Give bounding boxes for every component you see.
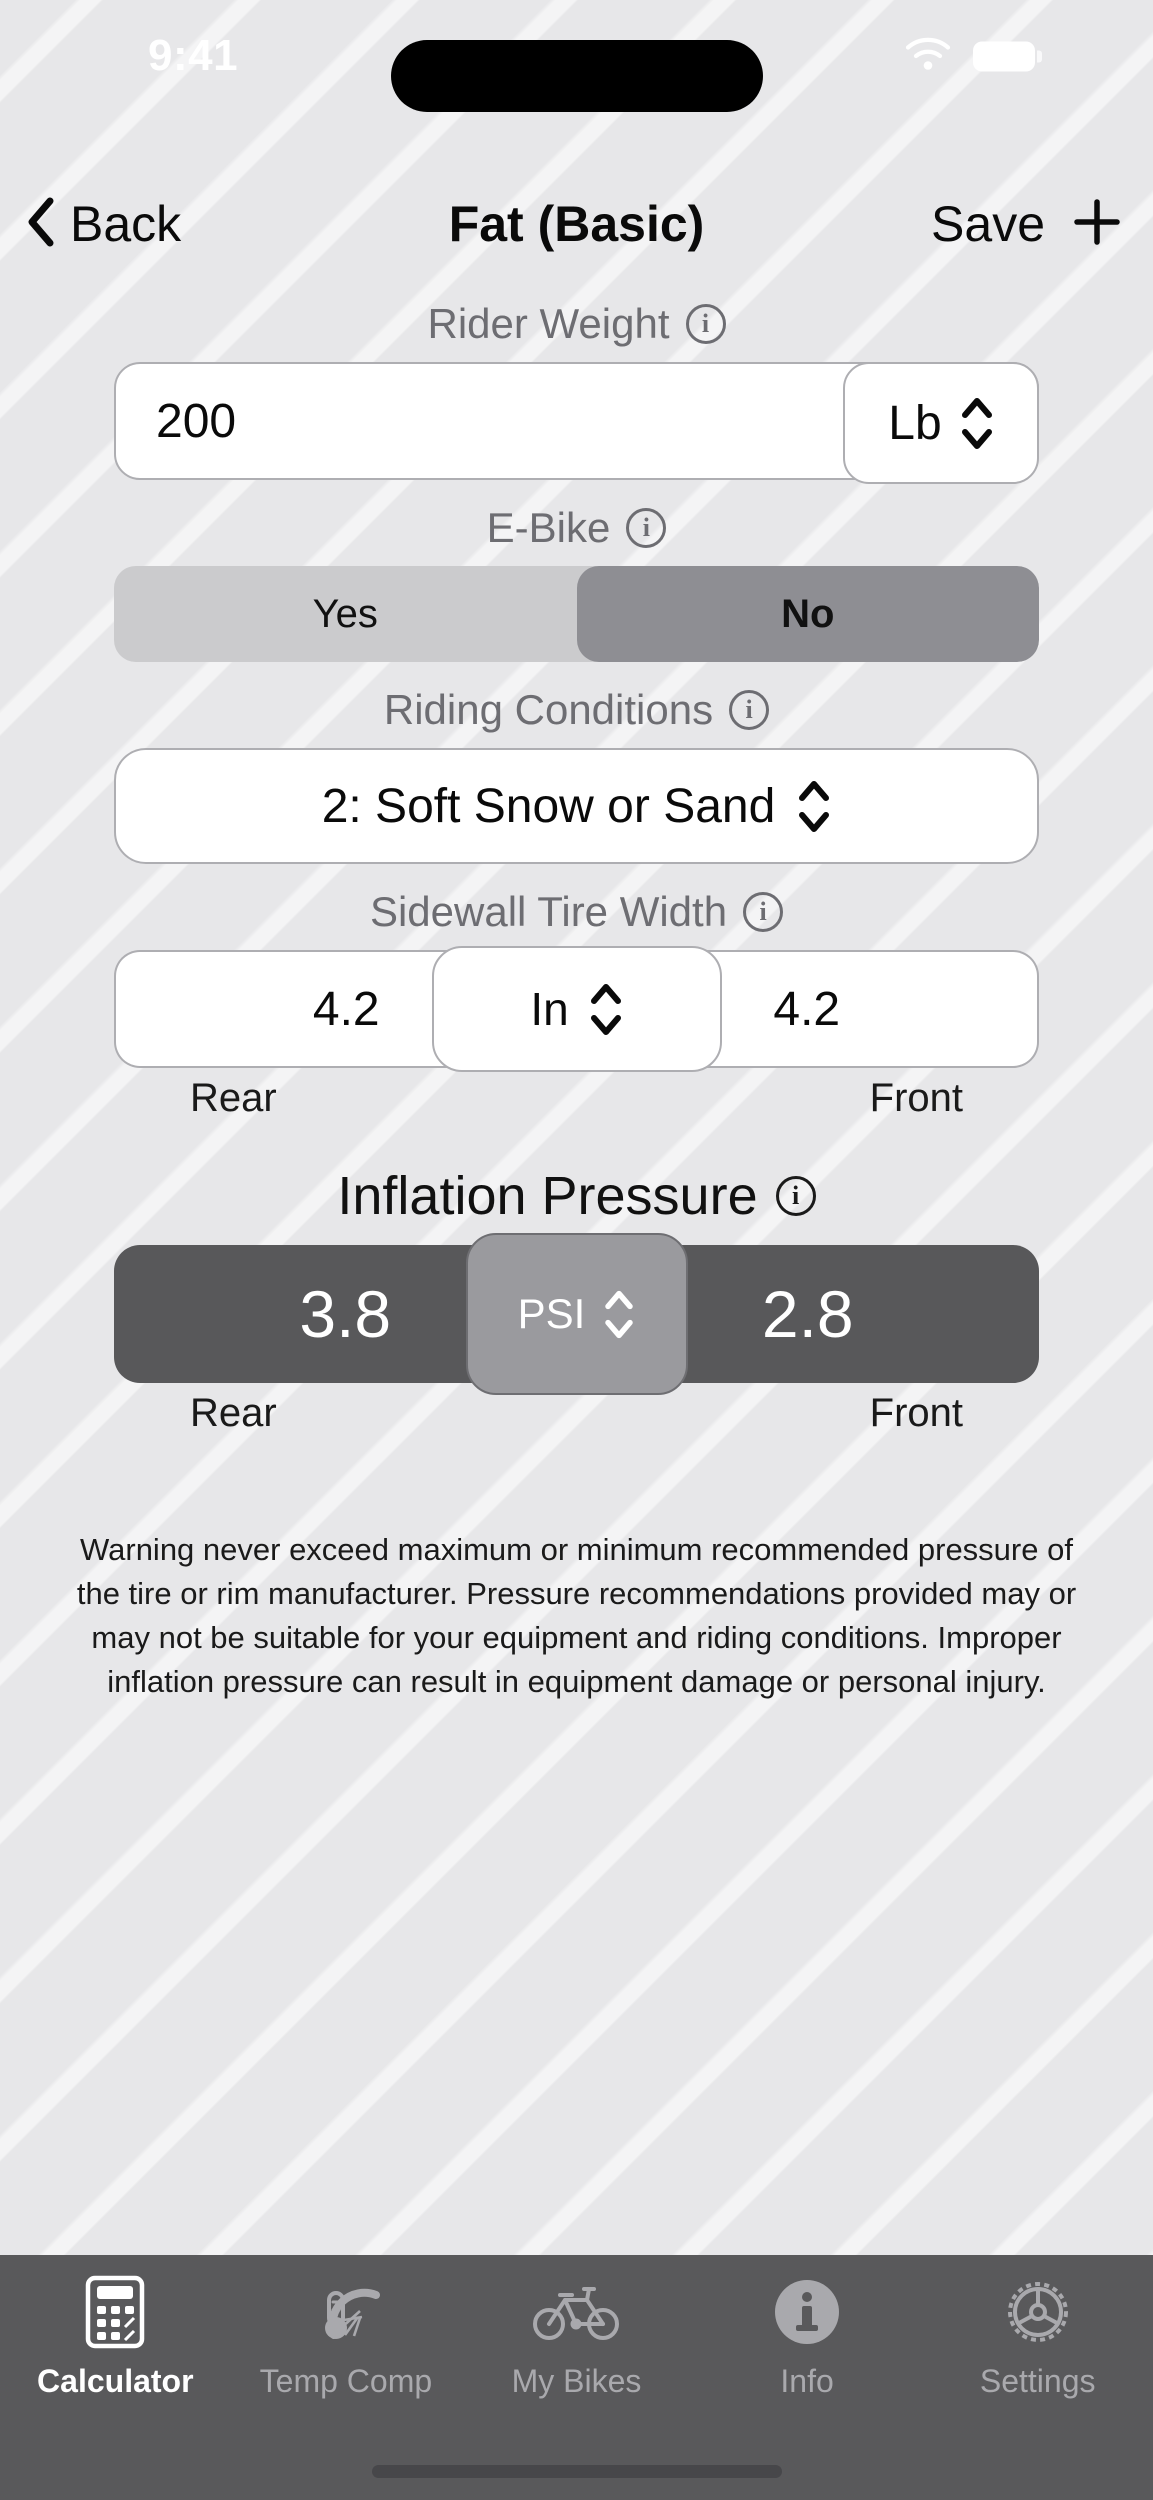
ebike-option-no[interactable]: No: [576, 566, 1039, 662]
riding-conditions-label: Riding Conditions: [383, 686, 714, 733]
thermometer-wheel-icon: [308, 2273, 384, 2351]
chevron-up-down-icon: [589, 982, 623, 1037]
warning-text: Warning never exceed maximum or minimum …: [76, 1532, 1077, 1700]
rider-weight-label: Rider Weight: [427, 300, 670, 347]
tire-width-captions: Rear Front: [114, 1076, 1039, 1121]
rider-weight-group: Rider Weight i 200 Lb: [0, 300, 1153, 484]
dynamic-island: [390, 40, 763, 112]
tire-width-label: Sidewall Tire Width: [369, 888, 728, 935]
inflation-pressure-captions: Rear Front: [114, 1391, 1039, 1436]
info-icon[interactable]: i: [685, 304, 726, 344]
chevron-left-icon: [26, 196, 56, 253]
battery-icon: [973, 41, 1042, 71]
status-bar-time: 9:41: [148, 31, 239, 80]
navigation-bar: Back Fat (Basic) Save: [0, 178, 1153, 270]
chainring-gear-icon: [1001, 2273, 1075, 2351]
tab-bar: Calculator Temp Comp My Bikes Info Setti…: [0, 2255, 1153, 2500]
wifi-icon: [905, 37, 951, 76]
calculator-form: Rider Weight i 200 Lb E-Bike i Yes No Ri…: [0, 300, 1153, 1704]
inflation-pressure-rear-caption: Rear: [190, 1391, 277, 1435]
inflation-pressure-front-caption: Front: [869, 1391, 963, 1435]
ebike-label-row: E-Bike i: [0, 504, 1153, 552]
tab-calculator-label: Calculator: [37, 2363, 194, 2399]
inflation-pressure-unit-picker[interactable]: PSI: [465, 1233, 688, 1395]
tire-width-group: Sidewall Tire Width i 4.2 In 4.2 Rear Fr…: [0, 888, 1153, 1121]
ebike-option-yes[interactable]: Yes: [114, 566, 577, 662]
rider-weight-label-row: Rider Weight i: [0, 300, 1153, 348]
riding-conditions-value: 2: Soft Snow or Sand: [321, 779, 776, 833]
riding-conditions-label-row: Riding Conditions i: [0, 686, 1153, 734]
tab-my-bikes-label: My Bikes: [511, 2363, 642, 2399]
info-circle-icon: [772, 2273, 842, 2351]
tab-my-bikes[interactable]: My Bikes: [461, 2273, 692, 2445]
plus-icon[interactable]: [1071, 196, 1123, 253]
rider-weight-value: 200: [156, 394, 237, 448]
tab-info[interactable]: Info: [692, 2273, 923, 2445]
inflation-pressure-section: Inflation Pressure i 3.8 PSI 2.8 Rear Fr…: [0, 1165, 1153, 1436]
tire-width-front-caption: Front: [869, 1076, 963, 1120]
status-bar: 9:41: [0, 0, 1153, 118]
app-screen: 9:41 Back Fat (Basic) Save Rider Weight …: [0, 0, 1153, 2500]
inflation-pressure-bar: 3.8 PSI 2.8: [114, 1233, 1039, 1395]
home-indicator: [371, 2465, 782, 2478]
tire-width-label-row: Sidewall Tire Width i: [0, 888, 1153, 936]
chevron-up-down-icon: [603, 1289, 635, 1340]
status-bar-indicators: [905, 37, 1042, 76]
calculator-icon: [84, 2273, 146, 2351]
tab-settings-label: Settings: [979, 2363, 1096, 2399]
tire-width-rear-caption: Rear: [190, 1076, 277, 1120]
bicycle-icon: [532, 2273, 620, 2351]
info-icon[interactable]: i: [775, 1176, 816, 1216]
save-button-label: Save: [931, 196, 1045, 252]
rider-weight-unit-picker[interactable]: Lb: [843, 362, 1039, 484]
tab-temp-comp-label: Temp Comp: [259, 2363, 433, 2399]
rider-weight-input[interactable]: 200 Lb: [114, 362, 1039, 484]
tab-temp-comp[interactable]: Temp Comp: [231, 2273, 462, 2445]
inflation-pressure-unit-value: PSI: [517, 1290, 586, 1337]
inflation-pressure-label: Inflation Pressure: [337, 1166, 758, 1226]
tire-width-unit-value: In: [530, 983, 569, 1035]
tire-width-controls: 4.2 In 4.2: [114, 946, 1039, 1072]
tab-info-label: Info: [780, 2363, 834, 2399]
riding-conditions-group: Riding Conditions i 2: Soft Snow or Sand: [0, 686, 1153, 864]
riding-conditions-picker[interactable]: 2: Soft Snow or Sand: [114, 748, 1039, 864]
chevron-up-down-icon: [960, 396, 994, 451]
info-icon[interactable]: i: [743, 892, 784, 932]
tire-width-unit-picker[interactable]: In: [431, 946, 722, 1072]
ebike-group: E-Bike i Yes No: [0, 504, 1153, 662]
ebike-segmented-control[interactable]: Yes No: [114, 566, 1039, 662]
save-button[interactable]: Save: [931, 195, 1123, 253]
tab-settings[interactable]: Settings: [922, 2273, 1153, 2445]
info-icon[interactable]: i: [729, 690, 770, 730]
inflation-pressure-label-row: Inflation Pressure i: [0, 1165, 1153, 1227]
back-button[interactable]: Back: [26, 195, 181, 253]
tab-calculator[interactable]: Calculator: [0, 2273, 231, 2445]
ebike-label: E-Bike: [486, 504, 611, 551]
info-icon[interactable]: i: [626, 508, 667, 548]
rider-weight-unit-value: Lb: [888, 396, 942, 450]
chevron-up-down-icon: [797, 779, 831, 834]
page-title: Fat (Basic): [448, 196, 705, 252]
back-button-label: Back: [70, 196, 182, 252]
